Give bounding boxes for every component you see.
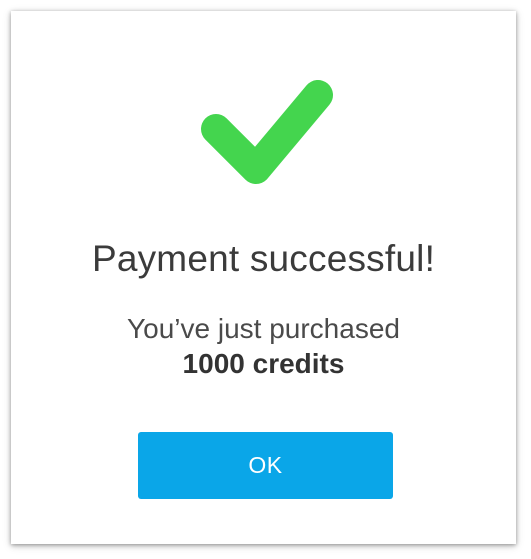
dialog-title: Payment successful! bbox=[91, 238, 436, 279]
payment-success-dialog: Payment successful! You’ve just purchase… bbox=[11, 11, 516, 544]
credits-amount: 1000 credits bbox=[182, 348, 345, 379]
ok-button[interactable]: OK bbox=[138, 432, 393, 499]
purchase-text: You’ve just purchased bbox=[127, 313, 400, 344]
checkmark-icon bbox=[201, 80, 333, 184]
dialog-message: You’ve just purchased 1000 credits bbox=[11, 311, 516, 381]
